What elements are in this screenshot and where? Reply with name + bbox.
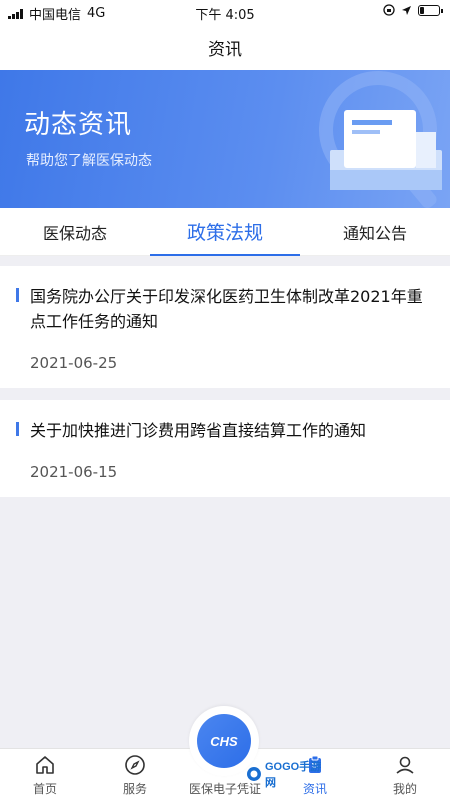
chs-logo-text: CHS	[210, 733, 238, 749]
home-icon	[36, 756, 54, 774]
banner: 动态资讯 帮助您了解医保动态	[0, 70, 450, 208]
document-illustration-icon	[319, 71, 442, 208]
category-tabs: 医保动态 政策法规 通知公告	[0, 208, 450, 256]
tabbar-home[interactable]: 首页	[0, 749, 90, 800]
news-date: 2021-06-15	[30, 463, 118, 481]
banner-subtitle: 帮助您了解医保动态	[26, 153, 152, 169]
watermark-logo: GOGO手游网	[246, 761, 332, 789]
watermark-text: GOGO手游网	[264, 761, 322, 789]
battery-icon	[418, 4, 443, 16]
tabbar-service-label: 服务	[122, 782, 147, 796]
tabbar-mine[interactable]: 我的	[360, 749, 450, 800]
compass-icon	[125, 755, 145, 775]
news-item[interactable]: 国务院办公厅关于印发深化医药卫生体制改革2021年重点工作任务的通知 2021-…	[0, 266, 450, 388]
tab-medical-news[interactable]: 医保动态	[0, 208, 150, 255]
watermark-circle-icon	[246, 767, 261, 781]
tabbar-home-label: 首页	[32, 782, 57, 796]
status-bar: 中国电信 4G 下午 4:05	[0, 0, 450, 24]
news-date: 2021-06-25	[30, 354, 118, 372]
nav-bar: 资讯	[0, 24, 450, 70]
news-title: 关于加快推进门诊费用跨省直接结算工作的通知	[30, 421, 367, 440]
banner-title: 动态资讯	[24, 110, 133, 140]
tabbar-service[interactable]: 服务	[90, 749, 180, 800]
tabbar-mine-label: 我的	[392, 782, 417, 796]
chs-logo-icon: CHS	[197, 714, 251, 768]
status-right	[383, 4, 443, 16]
tab-policy-regulations[interactable]: 政策法规	[150, 208, 300, 256]
news-list: 国务院办公厅关于印发深化医药卫生体制改革2021年重点工作任务的通知 2021-…	[0, 266, 450, 509]
news-title: 国务院办公厅关于印发深化医药卫生体制改革2021年重点工作任务的通知	[30, 287, 423, 331]
user-icon	[396, 756, 414, 774]
location-icon	[402, 5, 411, 15]
tab-notices[interactable]: 通知公告	[300, 208, 450, 255]
page-title: 资讯	[208, 39, 242, 60]
news-item[interactable]: 关于加快推进门诊费用跨省直接结算工作的通知 2021-06-15	[0, 400, 450, 497]
rotation-lock-icon	[383, 4, 395, 16]
